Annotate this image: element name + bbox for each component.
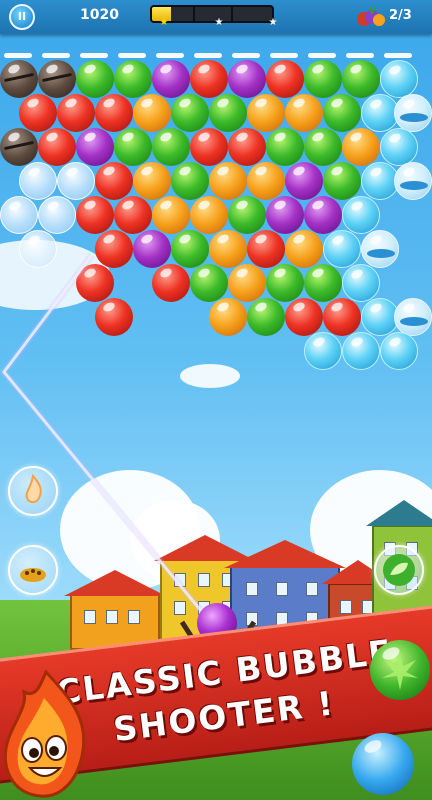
- pause-icon: II: [17, 10, 27, 23]
- top-bar: II 1020 ★ ★ ★ 2/3: [0, 0, 432, 34]
- game-scene[interactable]: CLASSIC BUBBLE SHOOTER ! II 1020 ★ ★ ★ 2…: [0, 0, 432, 800]
- score-value: 1020: [80, 7, 119, 23]
- pause-button[interactable]: II: [9, 4, 35, 30]
- progress-divider: [231, 7, 234, 21]
- progress-divider: [192, 7, 195, 21]
- star-icon: ★: [159, 17, 169, 28]
- star-icon: ★: [268, 17, 278, 28]
- leaf-icon: [382, 652, 418, 690]
- fire-mascot: [3, 669, 86, 798]
- blue-bubble: [352, 733, 414, 795]
- level-counter: 2/3: [389, 8, 412, 23]
- fruit-icon: [357, 6, 385, 26]
- star-icon: ★: [214, 17, 224, 28]
- leaf-bubble: [370, 640, 430, 700]
